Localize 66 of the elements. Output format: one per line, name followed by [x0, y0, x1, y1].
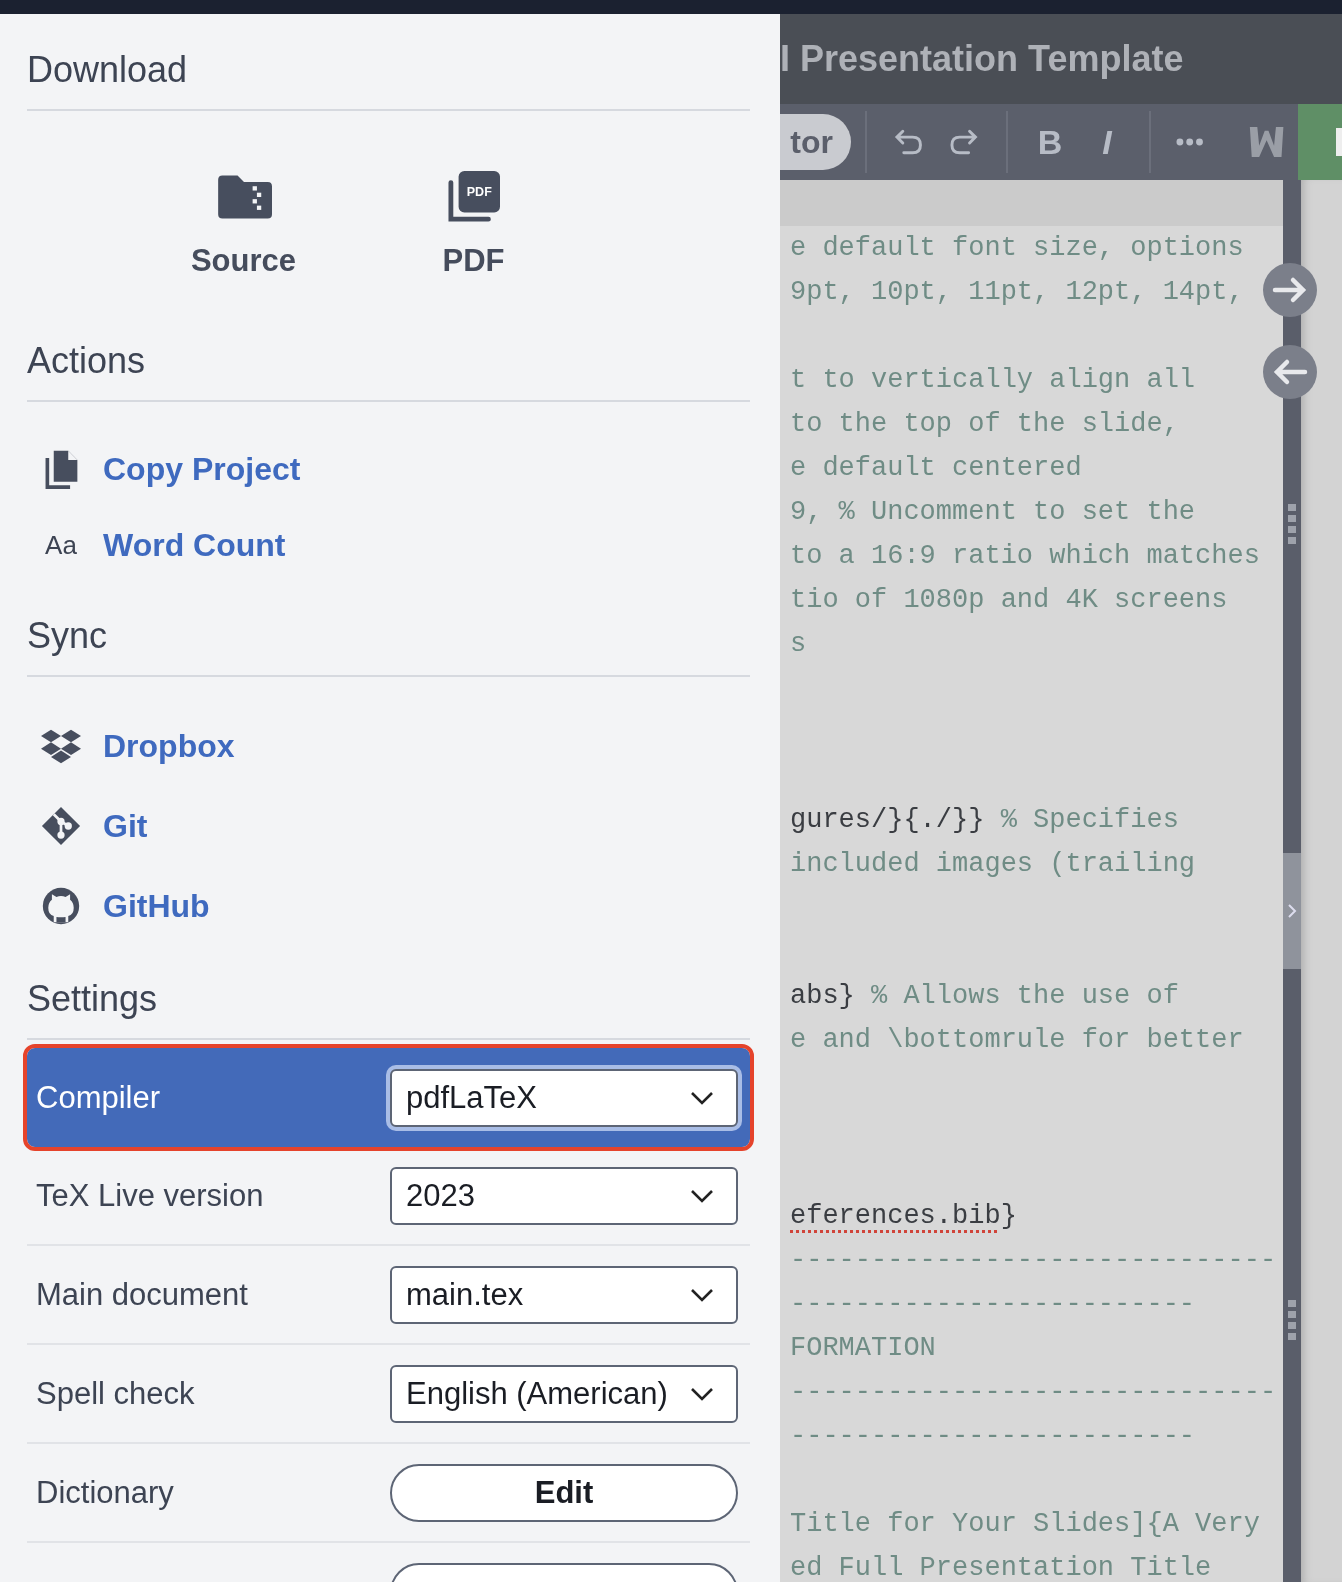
code-line: FORMATION [789, 1332, 937, 1365]
section-heading: Download [27, 49, 188, 91]
mode-toggle[interactable]: tor [780, 114, 851, 170]
redo-icon[interactable] [949, 127, 979, 157]
code-line: Title for Your Slides]{A Very [789, 1508, 1261, 1541]
code-line: to a 16:9 ratio which matches [789, 540, 1261, 573]
toolbar-button[interactable] [1297, 104, 1342, 180]
setting-label: Main document [36, 1276, 249, 1313]
project-title: I Presentation Template [780, 38, 1184, 80]
code-line: ------------------------- [789, 1288, 1197, 1321]
chevron-down-icon [690, 1386, 714, 1401]
sync-link[interactable]: GitHub [103, 887, 210, 925]
action-link[interactable]: Word Count [103, 526, 286, 564]
setting-row[interactable]: Spell check English (American) [27, 1345, 750, 1444]
code-line: ------------------------------ [789, 1244, 1278, 1277]
more-icon[interactable] [1175, 137, 1205, 147]
arrow-right-button[interactable] [1263, 263, 1317, 317]
splitter-bar[interactable] [1283, 180, 1301, 1582]
action-link[interactable]: Copy Project [103, 450, 301, 488]
chevron-down-icon [690, 1287, 714, 1302]
setting-label: Spell check [36, 1375, 196, 1412]
select-field[interactable]: English (American) [390, 1364, 738, 1423]
sync-link[interactable]: Dropbox [103, 727, 235, 765]
cat-logo-icon [41, 886, 81, 926]
select-field[interactable]: 2023 [390, 1166, 738, 1225]
setting-label: Compiler [36, 1079, 162, 1116]
chevron-right-icon [1287, 903, 1297, 919]
chevron-down-icon [690, 1188, 714, 1203]
code-line: to the top of the slide, [789, 408, 1180, 441]
code-line: e default centered [789, 452, 1083, 485]
download-button[interactable]: Source [168, 171, 319, 308]
section-heading: Sync [27, 615, 108, 657]
setting-label: Dictionary [36, 1474, 175, 1511]
code-editor[interactable] [780, 180, 1283, 1582]
undo-icon[interactable] [893, 127, 924, 157]
setting-label: TeX Live version [36, 1177, 265, 1214]
arrow-left-button[interactable] [1263, 345, 1317, 399]
setting-row[interactable]: Dictionary Edit [27, 1444, 750, 1543]
code-line: 9pt, 10pt, 11pt, 12pt, 14pt, [789, 276, 1245, 309]
code-line: t to vertically align all [789, 364, 1197, 397]
edit-button[interactable]: Edit [390, 1463, 738, 1522]
code-line: e default font size, options [789, 232, 1245, 265]
code-line: included images (trailing [789, 848, 1197, 881]
code-line: e and \bottomrule for better [789, 1024, 1245, 1057]
code-line: tio of 1080p and 4K screens [789, 584, 1229, 617]
code-line: ------------------------------ [789, 1376, 1278, 1409]
section-heading: Settings [27, 978, 158, 1020]
grip-icon[interactable] [1288, 504, 1296, 544]
select-field[interactable]: main.tex [390, 1265, 738, 1324]
collapse-handle[interactable] [1283, 853, 1301, 969]
code-line: gures/}{./}} % Specifies [789, 804, 1180, 837]
branch-diamond-icon [41, 806, 81, 846]
code-line: abs} % Allows the use of [789, 980, 1180, 1013]
code-line: eferences.bib} [789, 1200, 1018, 1233]
code-line: ed Full Presentation Title [789, 1552, 1213, 1582]
setting-row[interactable]: TeX Live version 2023 [27, 1147, 750, 1246]
code-line: s [789, 628, 808, 661]
grip-icon[interactable] [1288, 1300, 1296, 1340]
code-line: ------------------------- [789, 1420, 1197, 1453]
section-heading: Actions [27, 340, 146, 382]
sync-link[interactable]: Git [103, 807, 148, 845]
text-size-icon: Aa [41, 525, 81, 565]
setting-row[interactable]: Main document main.tex [27, 1246, 750, 1345]
code-line: 9, % Uncomment to set the [789, 496, 1197, 529]
chevron-down-icon [690, 1090, 714, 1105]
download-button[interactable]: PDF PDF [398, 171, 549, 308]
